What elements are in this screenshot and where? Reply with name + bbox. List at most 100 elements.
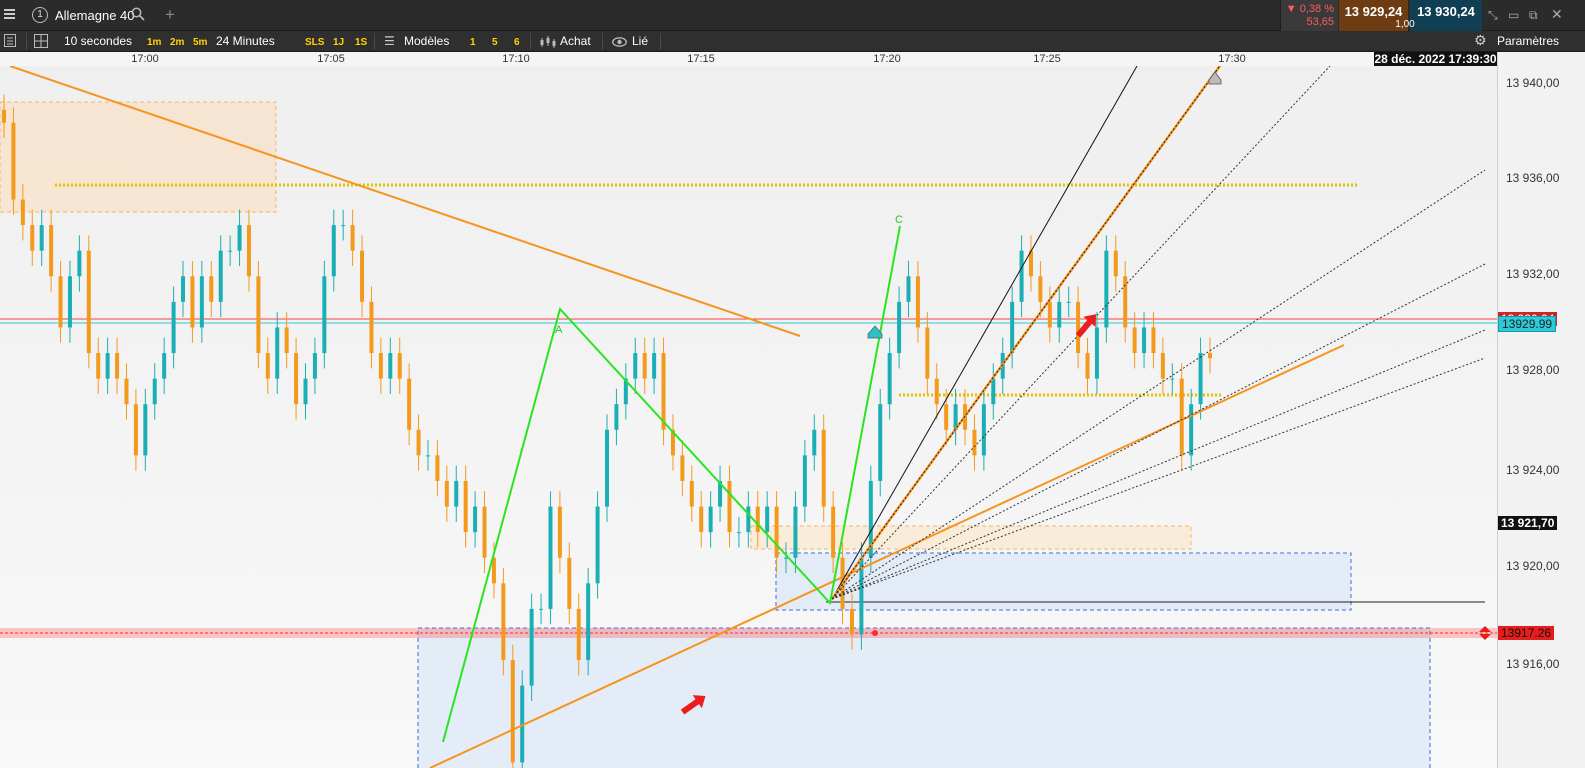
close-icon[interactable]: ✕ [1551, 6, 1563, 23]
candle-body [793, 506, 798, 558]
candle-body [1047, 301, 1052, 328]
price-label: 13 920,00 [1506, 559, 1560, 573]
candle-body [812, 429, 817, 456]
buy-chart-icon[interactable] [540, 36, 556, 48]
candle-body [67, 276, 72, 328]
wave-label-c: C [895, 214, 903, 226]
candle-body [897, 301, 902, 354]
layout-grid-icon[interactable] [34, 34, 48, 48]
candle-body [454, 480, 459, 507]
price-axis[interactable]: 13 940,00 13 936,00 13 932,00 13 928,00 … [1497, 52, 1585, 768]
candle-body [275, 327, 280, 379]
settings-gear-icon[interactable]: ⚙ [1474, 32, 1487, 49]
candle-body [322, 276, 327, 354]
time-axis: 17:00 17:05 17:10 17:15 17:20 17:25 17:3… [0, 52, 1497, 66]
candle-body [171, 301, 176, 354]
minimize-icon[interactable]: ⤡ [1488, 8, 1498, 23]
candle-body [1170, 378, 1175, 380]
supply-zone[interactable] [0, 101, 277, 213]
models-button[interactable]: Modèles [404, 34, 449, 48]
candle-body [1142, 327, 1147, 354]
wave-label-a: A [555, 324, 563, 336]
candle-body [605, 429, 609, 507]
instrument-number-badge: 1 [32, 7, 48, 23]
candle-body [699, 506, 704, 533]
model-slot-5[interactable]: 5 [492, 37, 498, 48]
candle-body [115, 353, 120, 379]
alert-price-tag[interactable]: 13917.26 [1498, 626, 1555, 640]
candle-body [133, 404, 138, 456]
candle-body [190, 276, 195, 328]
candle-body [689, 480, 694, 507]
candle-body [256, 276, 261, 354]
chart-plot-area[interactable]: A C [0, 66, 1497, 768]
range-sls[interactable]: SLS [305, 37, 324, 48]
restore-icon[interactable]: ▭ [1508, 8, 1519, 22]
interval-1m[interactable]: 1m [147, 37, 161, 48]
candle-body [86, 250, 91, 354]
candle-body [934, 378, 939, 405]
alert-handle[interactable] [872, 630, 878, 636]
candle-body [378, 353, 383, 379]
candle-body [614, 404, 619, 430]
models-icon[interactable]: ☰ [384, 34, 395, 48]
candle-body [312, 353, 317, 379]
search-icon[interactable] [131, 7, 145, 21]
candle-body [473, 506, 478, 533]
menu-icon[interactable] [4, 9, 15, 20]
alert-move-icon[interactable] [1478, 626, 1492, 640]
candle-body [595, 506, 600, 584]
candle-body [849, 608, 854, 635]
list-icon[interactable] [4, 34, 16, 47]
ask-price-tag: 13929.99 [1498, 316, 1557, 332]
range-select[interactable]: 24 Minutes [216, 34, 275, 48]
interval-5m[interactable]: 5m [193, 37, 207, 48]
range-1j[interactable]: 1J [333, 37, 344, 48]
time-label: 17:05 [317, 53, 345, 65]
candle-body [925, 327, 930, 379]
range-1s[interactable]: 1S [355, 37, 367, 48]
model-slot-1[interactable]: 1 [470, 37, 476, 48]
price-label: 13 932,00 [1506, 267, 1560, 281]
home-marker-icon[interactable] [1208, 71, 1222, 85]
popout-icon[interactable]: ⧉ [1529, 8, 1538, 23]
settings-button[interactable]: Paramètres [1497, 34, 1559, 48]
candlestick-chart[interactable]: A C [0, 66, 1497, 768]
candle-body [529, 608, 534, 686]
interval-2m[interactable]: 2m [170, 37, 184, 48]
candle-body [576, 608, 581, 661]
candle-body [539, 608, 544, 610]
time-label: 17:20 [873, 53, 901, 65]
candle-body [727, 480, 732, 533]
linked-button[interactable]: Lié [632, 34, 648, 48]
buy-order-marker-icon[interactable] [867, 325, 883, 339]
candle-body [181, 276, 186, 302]
buy-button[interactable]: Achat [560, 34, 591, 48]
interval-select[interactable]: 10 secondes [64, 34, 132, 48]
candle-body [435, 455, 440, 481]
price-label: 13 924,00 [1506, 463, 1560, 477]
candle-body [680, 455, 685, 481]
model-slot-6[interactable]: 6 [514, 37, 520, 48]
candle-body [501, 583, 506, 661]
candle-body [1094, 327, 1099, 379]
candle-body [369, 301, 374, 354]
candle-body [746, 506, 751, 533]
add-tab-icon[interactable]: + [165, 5, 175, 25]
candle-body [708, 506, 713, 533]
candle-body [2, 109, 6, 123]
candle-body [1113, 250, 1118, 277]
candle-body [463, 480, 468, 533]
demand-zone-large[interactable] [417, 627, 1431, 768]
candle-body [162, 353, 167, 379]
candle-body [821, 429, 826, 507]
candle-body [49, 225, 54, 277]
fan-line-orange[interactable] [830, 66, 1230, 600]
candle-body [209, 276, 214, 302]
candle-body [124, 378, 129, 405]
instrument-name[interactable]: Allemagne 40 [55, 8, 135, 23]
order-block-zone[interactable] [750, 525, 1192, 550]
candle-body [887, 353, 892, 405]
candle-body [548, 506, 553, 609]
eye-icon[interactable] [612, 37, 627, 47]
